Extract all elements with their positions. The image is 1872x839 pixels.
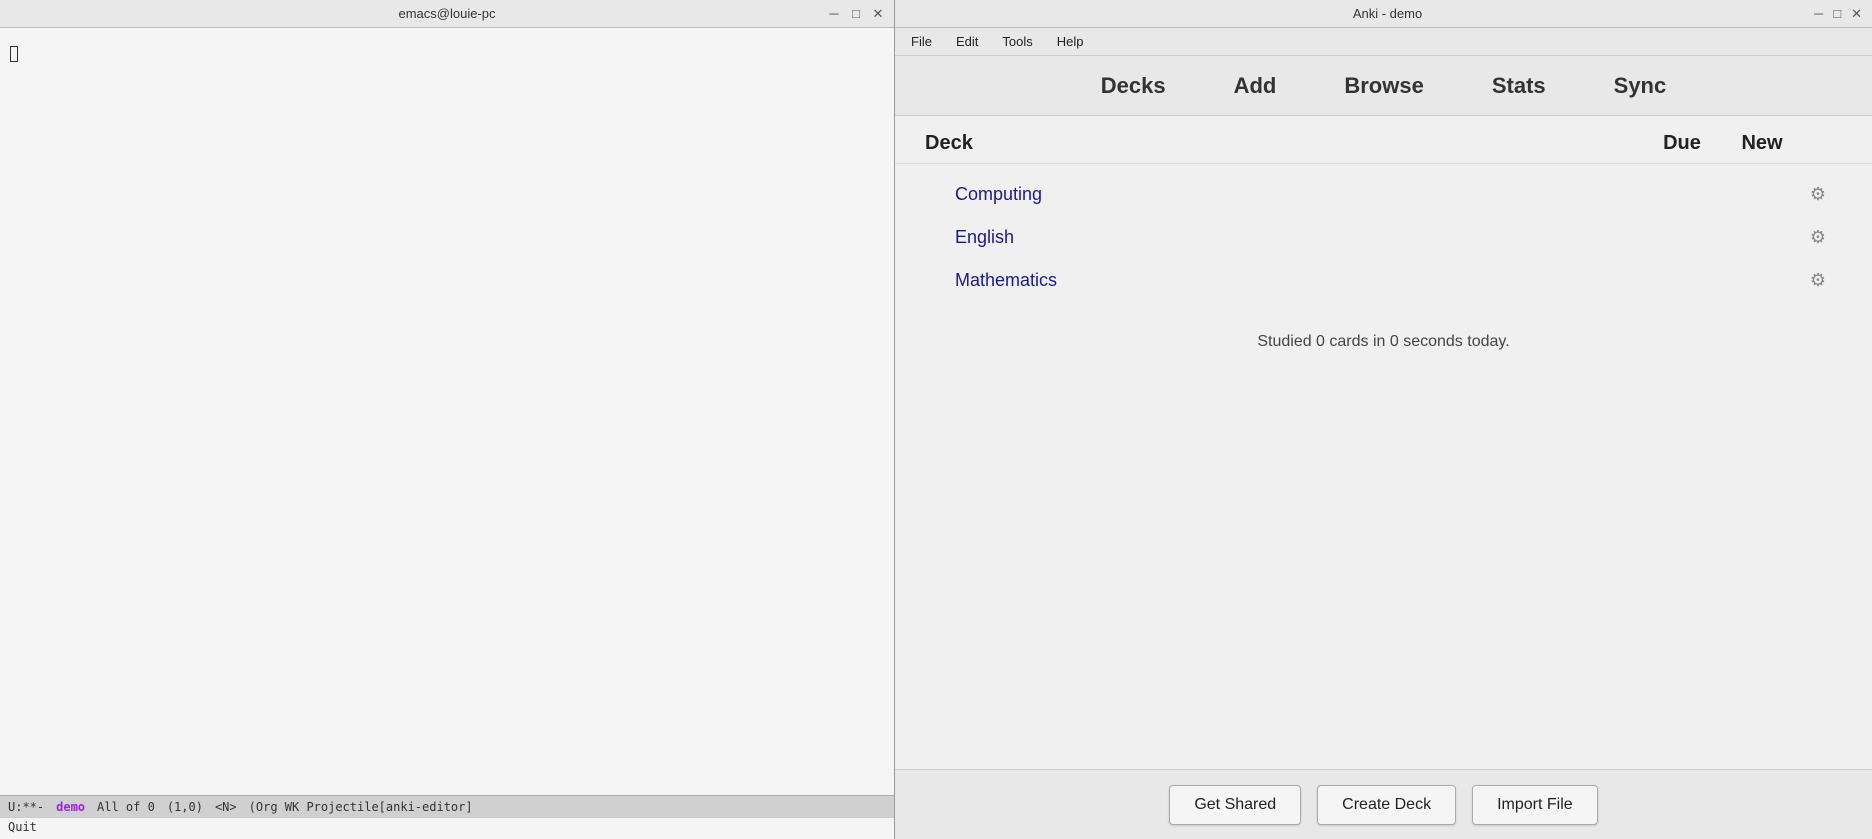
emacs-minor-modes: (Org WK Projectile[anki-editor] [249, 800, 473, 814]
menu-edit[interactable]: Edit [946, 31, 988, 52]
emacs-minimize-button[interactable]: ─ [826, 6, 842, 22]
emacs-minibuffer-text: Quit [8, 820, 37, 834]
emacs-maximize-button[interactable]: □ [848, 6, 864, 22]
emacs-mode-name: <N> [215, 800, 237, 814]
gear-icon-english[interactable]: ⚙ [1804, 225, 1832, 250]
toolbar-add-button[interactable]: Add [1220, 67, 1291, 105]
toolbar-decks-button[interactable]: Decks [1087, 67, 1180, 105]
anki-titlebar: Anki - demo ─ □ ✕ [895, 0, 1872, 28]
gear-icon-mathematics[interactable]: ⚙ [1804, 268, 1832, 293]
deck-row-mathematics[interactable]: Mathematics ⚙ [905, 260, 1862, 301]
emacs-close-button[interactable]: ✕ [870, 6, 886, 22]
header-due: Due [1642, 132, 1722, 155]
anki-menubar: File Edit Tools Help [895, 28, 1872, 56]
anki-title: Anki - demo [963, 6, 1812, 21]
anki-win-controls: ─ □ ✕ [1812, 6, 1864, 22]
menu-tools[interactable]: Tools [992, 31, 1042, 52]
header-deck: Deck [925, 132, 1642, 155]
menu-help[interactable]: Help [1047, 31, 1094, 52]
emacs-coords: (1,0) [167, 800, 203, 814]
emacs-titlebar: emacs@louie-pc ─ □ ✕ [0, 0, 894, 28]
get-shared-button[interactable]: Get Shared [1169, 785, 1301, 825]
deck-name-computing[interactable]: Computing [955, 184, 1644, 205]
emacs-mode-indicator: U:**- [8, 800, 44, 814]
anki-close-button[interactable]: ✕ [1849, 6, 1864, 22]
deck-row-english[interactable]: English ⚙ [905, 217, 1862, 258]
emacs-window: emacs@louie-pc ─ □ ✕ U:**- demo All of 0… [0, 0, 895, 839]
emacs-cursor [10, 46, 18, 62]
anki-toolbar: Decks Add Browse Stats Sync [895, 56, 1872, 116]
deck-header: Deck Due New [895, 116, 1872, 164]
create-deck-button[interactable]: Create Deck [1317, 785, 1456, 825]
anki-maximize-button[interactable]: □ [1831, 6, 1843, 22]
emacs-win-controls: ─ □ ✕ [826, 6, 886, 22]
studied-text: Studied 0 cards in 0 seconds today. [895, 303, 1872, 381]
header-new: New [1722, 132, 1802, 155]
anki-footer: Get Shared Create Deck Import File [895, 769, 1872, 839]
emacs-statusbar: U:**- demo All of 0 (1,0) <N> (Org WK Pr… [0, 795, 894, 817]
emacs-title: emacs@louie-pc [68, 6, 826, 21]
emacs-body [0, 28, 894, 795]
gear-icon-computing[interactable]: ⚙ [1804, 182, 1832, 207]
menu-file[interactable]: File [901, 31, 942, 52]
deck-list: Computing ⚙ English ⚙ Mathematics ⚙ Stud… [895, 164, 1872, 769]
anki-content: Deck Due New Computing ⚙ English ⚙ Mathe… [895, 116, 1872, 769]
deck-name-mathematics[interactable]: Mathematics [955, 270, 1644, 291]
toolbar-sync-button[interactable]: Sync [1600, 67, 1681, 105]
anki-window: Anki - demo ─ □ ✕ File Edit Tools Help D… [895, 0, 1872, 839]
toolbar-browse-button[interactable]: Browse [1330, 67, 1437, 105]
anki-minimize-button[interactable]: ─ [1812, 6, 1825, 22]
deck-name-english[interactable]: English [955, 227, 1644, 248]
emacs-position: All of 0 [97, 800, 155, 814]
import-file-button[interactable]: Import File [1472, 785, 1598, 825]
toolbar-stats-button[interactable]: Stats [1478, 67, 1560, 105]
emacs-buffer-name: demo [56, 800, 85, 814]
emacs-minibuffer: Quit [0, 817, 894, 839]
deck-row-computing[interactable]: Computing ⚙ [905, 174, 1862, 215]
